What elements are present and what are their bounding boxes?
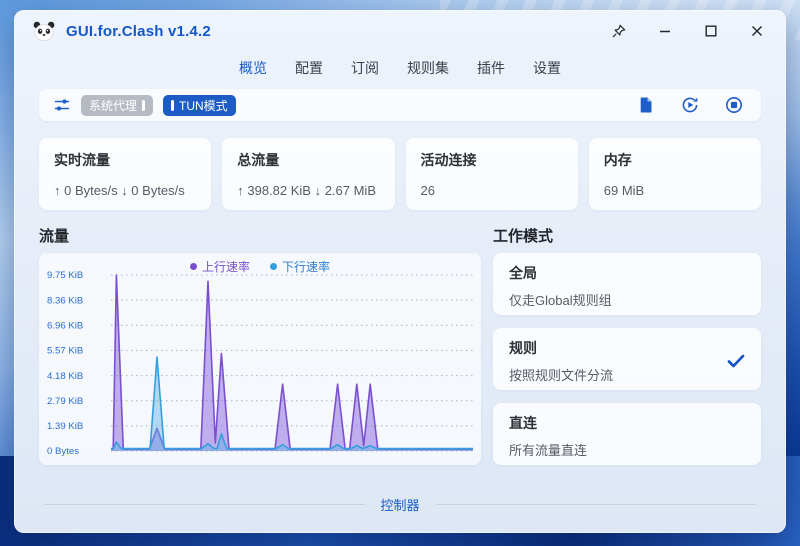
legend-item-download[interactable]: 下行速率 (270, 258, 330, 275)
tab-overview[interactable]: 概览 (239, 58, 267, 78)
svg-text:1.39 KiB: 1.39 KiB (47, 421, 83, 432)
toolbar: 系统代理 TUN模式 (39, 89, 761, 121)
panda-app-icon (32, 20, 56, 42)
tab-settings[interactable]: 设置 (533, 58, 561, 78)
app-title: GUI.for.Clash v1.4.2 (66, 23, 211, 40)
toggle-bar-icon (142, 100, 145, 111)
tab-plugins[interactable]: 插件 (477, 58, 505, 78)
footer: 控制器 (44, 495, 756, 514)
download-legend-dot-icon (270, 263, 277, 270)
svg-text:8.36 KiB: 8.36 KiB (47, 295, 83, 306)
nav-tabs: 概览 配置 订阅 规则集 插件 设置 (14, 54, 786, 82)
mode-card-global[interactable]: 全局 仅走Global规则组 (493, 253, 761, 315)
legend-label: 下行速率 (282, 258, 330, 275)
document-icon[interactable] (637, 96, 655, 114)
tab-rulesets[interactable]: 规则集 (407, 58, 449, 78)
minimize-icon[interactable] (656, 22, 674, 40)
mode-desc: 按照规则文件分流 (509, 365, 745, 384)
upload-legend-dot-icon (190, 263, 197, 270)
stats-row: 实时流量 ↑ 0 Bytes/s ↓ 0 Bytes/s 总流量 ↑ 398.8… (39, 138, 761, 210)
toolbar-right-icons (637, 96, 743, 114)
stat-value: ↑ 398.82 KiB ↓ 2.67 MiB (237, 183, 379, 198)
stat-title: 内存 (604, 150, 746, 170)
mode-title: 全局 (509, 263, 745, 283)
system-proxy-label: 系统代理 (89, 97, 137, 114)
stat-value: ↑ 0 Bytes/s ↓ 0 Bytes/s (54, 183, 196, 198)
mode-desc: 所有流量直连 (509, 440, 745, 459)
close-icon[interactable] (748, 22, 766, 40)
mode-title: 规则 (509, 338, 745, 358)
traffic-chart-card: 上行速率 下行速率 9.75 KiB8.36 KiB6.96 KiB5.57 K… (39, 253, 481, 465)
maximize-icon[interactable] (702, 22, 720, 40)
pin-icon[interactable] (610, 22, 628, 40)
mode-card-rule[interactable]: 规则 按照规则文件分流 (493, 328, 761, 390)
mode-card-direct[interactable]: 直连 所有流量直连 (493, 403, 761, 465)
footer-divider-right (436, 504, 757, 505)
check-icon (727, 354, 745, 368)
tab-subscriptions[interactable]: 订阅 (351, 58, 379, 78)
svg-text:4.18 KiB: 4.18 KiB (47, 371, 83, 382)
stat-value: 69 MiB (604, 183, 746, 198)
sliders-icon[interactable] (53, 96, 71, 114)
tun-mode-label: TUN模式 (179, 97, 228, 114)
stat-card-realtime-traffic: 实时流量 ↑ 0 Bytes/s ↓ 0 Bytes/s (39, 138, 211, 210)
tab-profiles[interactable]: 配置 (295, 58, 323, 78)
legend-label: 上行速率 (202, 258, 250, 275)
stat-title: 实时流量 (54, 150, 196, 170)
restart-icon[interactable] (681, 96, 699, 114)
svg-text:0 Bytes: 0 Bytes (47, 446, 79, 457)
work-mode-section-title: 工作模式 (493, 225, 761, 243)
stat-card-active-connections: 活动连接 26 (406, 138, 578, 210)
system-proxy-toggle[interactable]: 系统代理 (81, 95, 153, 116)
titlebar: GUI.for.Clash v1.4.2 (14, 10, 786, 52)
svg-text:6.96 KiB: 6.96 KiB (47, 320, 83, 331)
legend-item-upload[interactable]: 上行速率 (190, 258, 250, 275)
stat-title: 总流量 (237, 150, 379, 170)
app-window: GUI.for.Clash v1.4.2 概览 配置 订阅 规则集 插件 (14, 10, 786, 533)
mode-desc: 仅走Global规则组 (509, 290, 745, 309)
toggle-bar-icon (171, 100, 174, 111)
stat-card-total-traffic: 总流量 ↑ 398.82 KiB ↓ 2.67 MiB (222, 138, 394, 210)
footer-divider-left (44, 504, 365, 505)
mode-title: 直连 (509, 413, 745, 433)
stop-icon[interactable] (725, 96, 743, 114)
svg-text:2.79 KiB: 2.79 KiB (47, 396, 83, 407)
svg-text:5.57 KiB: 5.57 KiB (47, 346, 83, 357)
controller-link[interactable]: 控制器 (381, 495, 420, 514)
main-content: 流量 上行速率 下行速率 9.75 KiB8.36 KiB6.96 KiB5.5… (39, 225, 761, 478)
traffic-section-title: 流量 (39, 225, 481, 243)
chart-legend: 上行速率 下行速率 (39, 258, 481, 275)
tun-mode-toggle[interactable]: TUN模式 (163, 95, 236, 116)
window-controls (610, 22, 766, 40)
traffic-chart-svg: 9.75 KiB8.36 KiB6.96 KiB5.57 KiB4.18 KiB… (39, 253, 481, 465)
stat-value: 26 (421, 183, 563, 198)
stat-card-memory: 内存 69 MiB (589, 138, 761, 210)
stat-title: 活动连接 (421, 150, 563, 170)
